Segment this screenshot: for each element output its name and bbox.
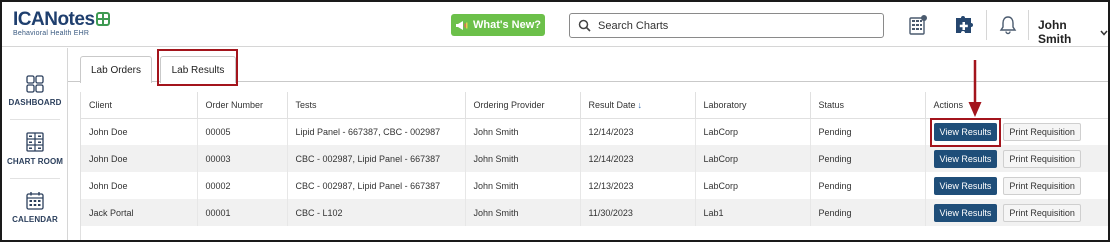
header-divider bbox=[1028, 10, 1029, 40]
search-input[interactable] bbox=[598, 19, 878, 32]
sidebar-item-chart-room[interactable]: CHART ROOM bbox=[2, 132, 68, 166]
table-row: John Doe 00005 Lipid Panel - 667387, CBC… bbox=[81, 118, 1108, 145]
cell-tests: CBC - 002987, Lipid Panel - 667387 bbox=[287, 172, 466, 199]
cell-provider: John Smith bbox=[465, 172, 581, 199]
cell-actions: View Results Print Requisition bbox=[925, 118, 1108, 145]
cell-provider: John Smith bbox=[465, 118, 581, 145]
view-results-button[interactable]: View Results bbox=[933, 122, 998, 141]
header-divider bbox=[986, 10, 987, 40]
lab-results-table: Client Order Number Tests Ordering Provi… bbox=[81, 92, 1108, 226]
column-header-tests[interactable]: Tests bbox=[287, 92, 466, 119]
tab-lab-orders[interactable]: Lab Orders bbox=[80, 56, 152, 83]
sidebar-item-label: DASHBOARD bbox=[8, 98, 62, 107]
whats-new-button[interactable]: What's New? bbox=[451, 14, 545, 36]
cell-laboratory: Lab1 bbox=[695, 199, 811, 226]
tab-lab-results[interactable]: Lab Results bbox=[160, 56, 236, 83]
column-header-actions: Actions bbox=[925, 92, 1108, 119]
cell-client: John Doe bbox=[81, 172, 198, 199]
search-icon bbox=[578, 19, 592, 33]
cell-order-number: 00005 bbox=[197, 118, 288, 145]
megaphone-icon bbox=[455, 20, 468, 30]
file-cabinet-icon bbox=[2, 132, 68, 152]
column-header-order-number[interactable]: Order Number bbox=[197, 92, 288, 119]
cell-actions: View Results Print Requisition bbox=[925, 172, 1108, 199]
bell-icon[interactable] bbox=[996, 13, 1020, 37]
puzzle-plus-icon[interactable] bbox=[952, 13, 976, 37]
cell-result-date: 12/14/2023 bbox=[580, 118, 696, 145]
cell-result-date: 12/14/2023 bbox=[580, 145, 696, 172]
search-charts-box[interactable] bbox=[569, 13, 884, 38]
column-header-result-date[interactable]: Result Date ↓ bbox=[580, 92, 696, 119]
cell-laboratory: LabCorp bbox=[695, 118, 811, 145]
cell-client: John Doe bbox=[81, 145, 198, 172]
cell-status: Pending bbox=[810, 199, 926, 226]
sidebar-item-label: CHART ROOM bbox=[6, 157, 64, 166]
app-logo[interactable]: ICANotes Behavioral Health EHR bbox=[13, 10, 110, 37]
cell-status: Pending bbox=[810, 145, 926, 172]
cell-status: Pending bbox=[810, 118, 926, 145]
user-menu[interactable]: John Smith bbox=[1038, 18, 1108, 46]
chevron-down-icon bbox=[1100, 25, 1108, 39]
column-header-ordering-provider[interactable]: Ordering Provider bbox=[465, 92, 581, 119]
lab-results-table-area: Client Order Number Tests Ordering Provi… bbox=[80, 92, 1108, 240]
cell-result-date: 11/30/2023 bbox=[580, 199, 696, 226]
print-requisition-button[interactable]: Print Requisition bbox=[1003, 122, 1081, 141]
sidebar-divider bbox=[10, 178, 60, 179]
print-requisition-button[interactable]: Print Requisition bbox=[1003, 149, 1081, 168]
table-header-row: Client Order Number Tests Ordering Provi… bbox=[81, 92, 1108, 119]
main-content: Lab Orders Lab Results Client Order Numb… bbox=[68, 48, 1108, 240]
column-header-laboratory[interactable]: Laboratory bbox=[695, 92, 811, 119]
sort-arrow-icon: ↓ bbox=[637, 99, 643, 110]
cell-result-date: 12/13/2023 bbox=[580, 172, 696, 199]
sidebar-divider bbox=[10, 119, 60, 120]
cell-provider: John Smith bbox=[465, 199, 581, 226]
cell-tests: CBC - 002987, Lipid Panel - 667387 bbox=[287, 145, 466, 172]
cell-client: John Doe bbox=[81, 118, 198, 145]
logo-wordmark: ICANotes bbox=[13, 10, 110, 29]
cell-tests: Lipid Panel - 667387, CBC - 002987 bbox=[287, 118, 466, 145]
view-results-button[interactable]: View Results bbox=[933, 203, 998, 222]
sidebar-item-label: CALENDAR bbox=[12, 215, 58, 224]
print-requisition-button[interactable]: Print Requisition bbox=[1003, 176, 1081, 195]
print-requisition-button[interactable]: Print Requisition bbox=[1003, 203, 1081, 222]
cell-actions: View Results Print Requisition bbox=[925, 199, 1108, 226]
cell-order-number: 00003 bbox=[197, 145, 288, 172]
cell-laboratory: LabCorp bbox=[695, 145, 811, 172]
view-results-button[interactable]: View Results bbox=[933, 176, 998, 195]
table-row: Jack Portal 00001 CBC - L102 John Smith … bbox=[81, 199, 1108, 226]
logo-plus-icon bbox=[95, 12, 110, 26]
cell-actions: View Results Print Requisition bbox=[925, 145, 1108, 172]
left-sidebar: DASHBOARD CHART ROOM CALENDAR bbox=[2, 48, 68, 240]
dashboard-grid-icon bbox=[2, 75, 68, 93]
table-row: John Doe 00002 CBC - 002987, Lipid Panel… bbox=[81, 172, 1108, 199]
cell-client: Jack Portal bbox=[81, 199, 198, 226]
whats-new-label: What's New? bbox=[472, 19, 541, 31]
cell-laboratory: LabCorp bbox=[695, 172, 811, 199]
cell-order-number: 00002 bbox=[197, 172, 288, 199]
top-header: ICANotes Behavioral Health EHR What's Ne… bbox=[2, 2, 1108, 47]
sidebar-item-calendar[interactable]: CALENDAR bbox=[2, 191, 68, 224]
cell-tests: CBC - L102 bbox=[287, 199, 466, 226]
tabs-bar: Lab Orders Lab Results bbox=[68, 48, 1108, 83]
logo-subtitle: Behavioral Health EHR bbox=[13, 30, 90, 37]
column-header-label: Result Date bbox=[588, 99, 636, 110]
cell-status: Pending bbox=[810, 172, 926, 199]
view-results-button[interactable]: View Results bbox=[933, 149, 998, 168]
column-header-client[interactable]: Client bbox=[81, 92, 198, 119]
table-row: John Doe 00003 CBC - 002987, Lipid Panel… bbox=[81, 145, 1108, 172]
column-header-status[interactable]: Status bbox=[810, 92, 926, 119]
calendar-icon bbox=[2, 191, 68, 210]
calculator-icon[interactable] bbox=[906, 13, 930, 37]
app-window: ICANotes Behavioral Health EHR What's Ne… bbox=[0, 0, 1110, 242]
user-name: John Smith bbox=[1038, 18, 1072, 46]
sidebar-item-dashboard[interactable]: DASHBOARD bbox=[2, 75, 68, 107]
cell-order-number: 00001 bbox=[197, 199, 288, 226]
cell-provider: John Smith bbox=[465, 145, 581, 172]
